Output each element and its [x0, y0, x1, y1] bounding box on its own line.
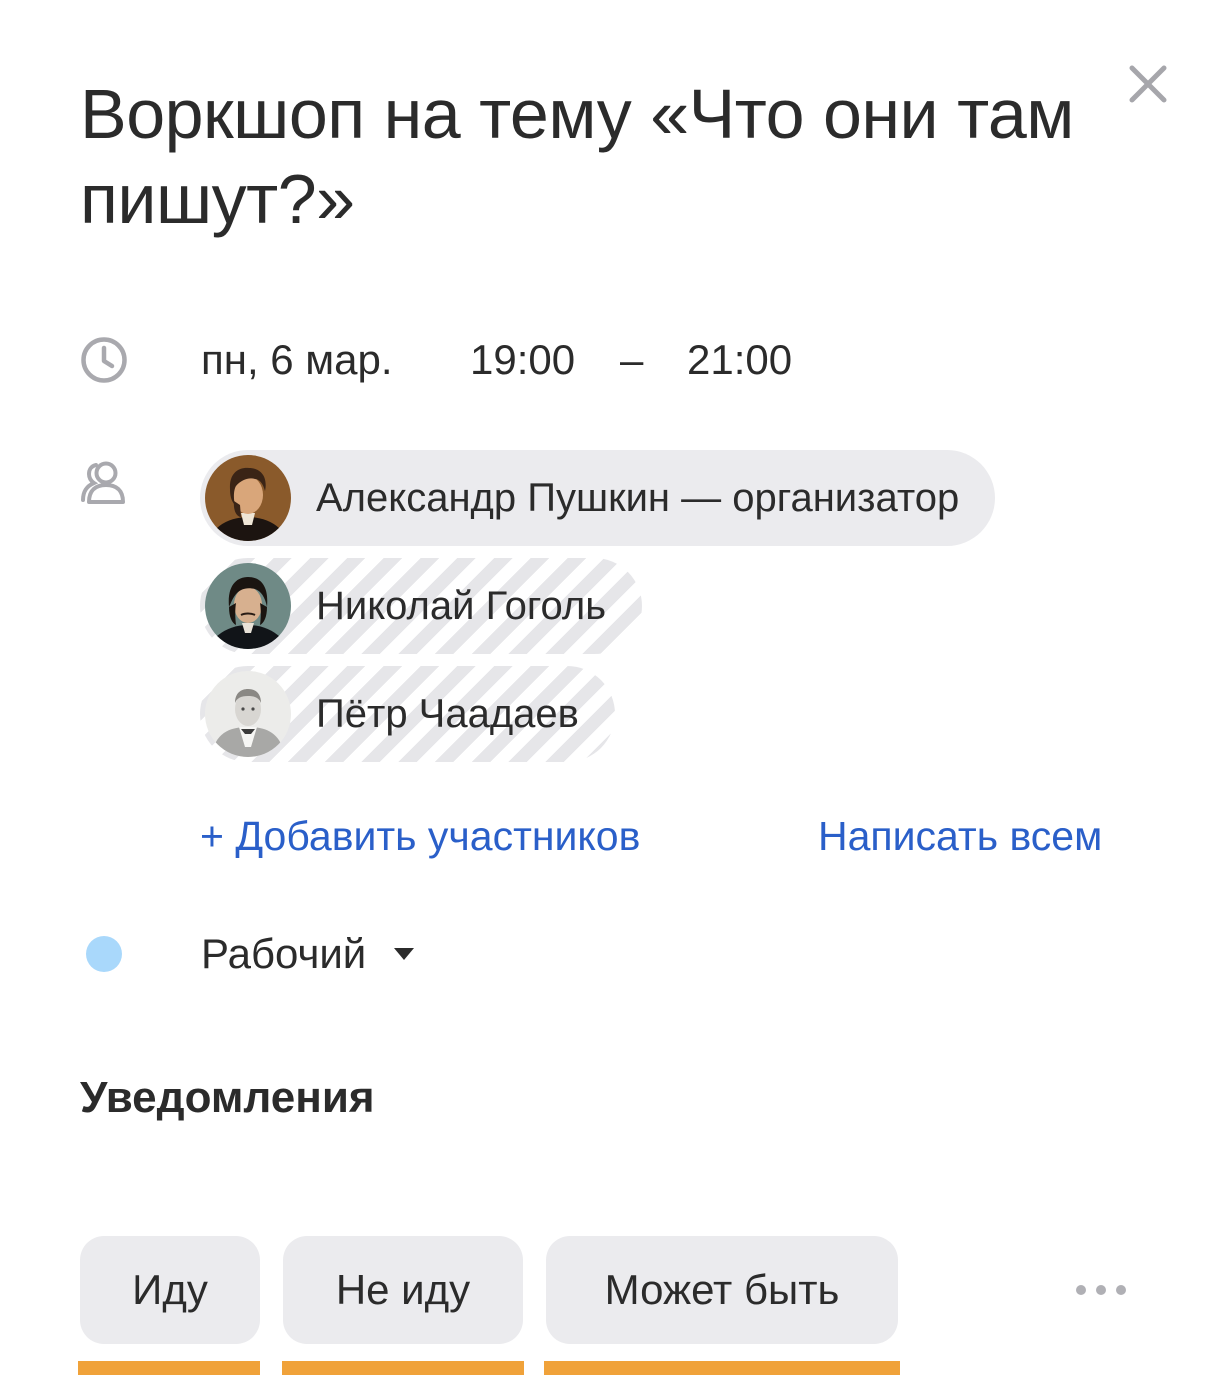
time-range-dash: – [620, 336, 644, 383]
clock-icon [81, 337, 127, 383]
rsvp-maybe-underline [544, 1361, 900, 1375]
avatar [205, 455, 291, 541]
participant-chip-gogol[interactable]: Николай Гоголь [200, 558, 643, 654]
calendar-select[interactable]: Рабочий [201, 926, 415, 982]
calendar-name: Рабочий [201, 930, 367, 977]
rsvp-going-button[interactable]: Иду [80, 1236, 260, 1344]
rsvp-not-going-button[interactable]: Не иду [283, 1236, 523, 1344]
close-button[interactable] [1122, 58, 1174, 110]
event-date[interactable]: пн, 6 мар. [201, 330, 393, 390]
event-end-time[interactable]: 21:00 [687, 330, 792, 390]
event-title: Воркшоп на тему «Что они там пишут?» [80, 75, 1074, 238]
people-icon [81, 461, 125, 504]
more-horizontal-icon [1076, 1285, 1086, 1295]
notifications-title: Уведомления [80, 1073, 375, 1122]
avatar [205, 563, 291, 649]
add-participants-link[interactable]: + Добавить участников [200, 808, 640, 864]
more-horizontal-icon [1096, 1285, 1106, 1295]
write-all-link[interactable]: Написать всем [818, 808, 1102, 864]
rsvp-not-going-underline [282, 1361, 524, 1375]
calendar-color-dot-icon [86, 936, 122, 972]
more-button[interactable] [1076, 1278, 1126, 1302]
more-horizontal-icon [1116, 1285, 1126, 1295]
participant-name: Александр Пушкин — организатор [316, 475, 960, 520]
rsvp-maybe-button[interactable]: Может быть [546, 1236, 898, 1344]
participant-name: Пётр Чаадаев [316, 691, 579, 736]
rsvp-going-underline [78, 1361, 260, 1375]
participant-chip-pushkin[interactable]: Александр Пушкин — организатор [200, 450, 996, 546]
event-start-time[interactable]: 19:00 [470, 330, 575, 390]
avatar [205, 671, 291, 757]
close-icon [1129, 65, 1167, 103]
participant-name: Николай Гоголь [316, 583, 607, 628]
chevron-down-icon [394, 948, 415, 960]
participant-chip-chaadaev[interactable]: Пётр Чаадаев [200, 666, 615, 762]
